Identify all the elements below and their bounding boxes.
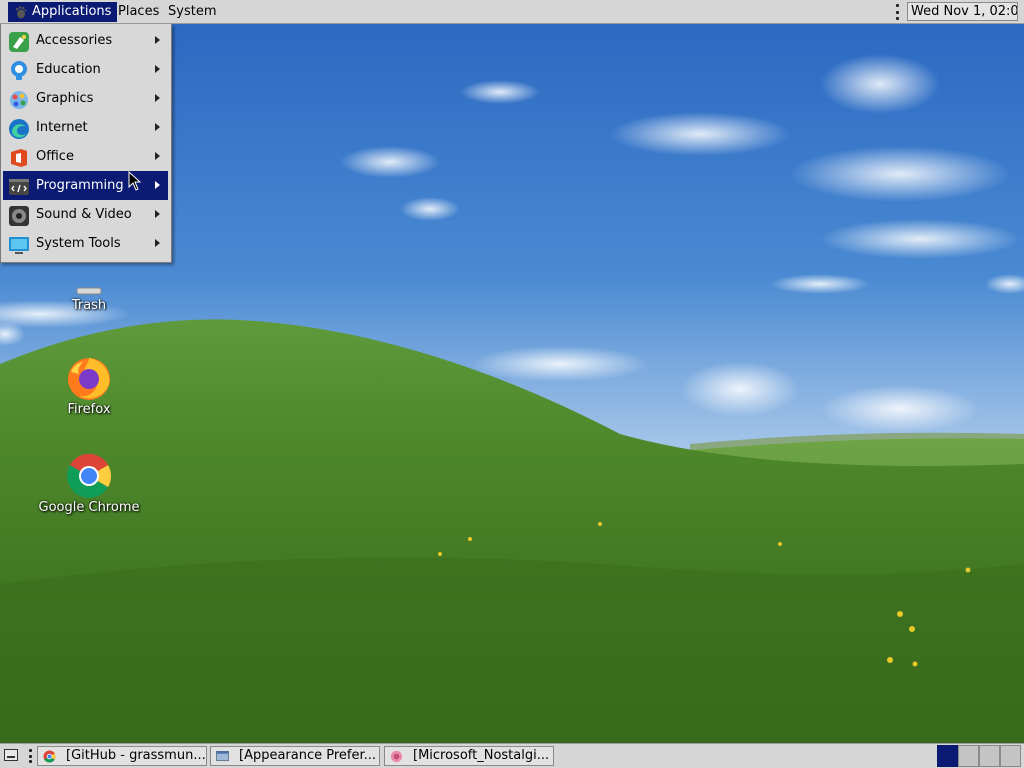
sound-video-icon — [9, 206, 29, 226]
places-menu-label: Places — [118, 4, 160, 19]
task-button-github[interactable]: [GitHub - grassmun... — [37, 746, 207, 766]
task-button-appearance[interactable]: [Appearance Prefer... — [210, 746, 380, 766]
workspace-4[interactable] — [1000, 745, 1021, 767]
gnome-foot-icon — [15, 6, 27, 19]
menu-item-graphics[interactable]: Graphics — [3, 84, 168, 113]
chevron-right-icon — [155, 36, 160, 44]
workspace-2[interactable] — [958, 745, 979, 767]
task-button-label: [GitHub - grassmun... — [66, 748, 206, 763]
menu-item-label: Accessories — [36, 33, 113, 48]
menu-item-sound-video[interactable]: Sound & Video — [3, 200, 168, 229]
office-icon — [11, 149, 27, 167]
accessories-icon — [9, 32, 29, 52]
task-button-image-viewer[interactable]: [Microsoft_Nostalgi... — [384, 746, 554, 766]
system-tools-icon — [9, 237, 29, 254]
mouse-cursor-icon — [128, 171, 142, 191]
menu-item-label: Graphics — [36, 91, 94, 106]
applications-dropdown: Accessories Education Graphics Internet — [0, 24, 172, 263]
menu-item-label: System Tools — [36, 236, 121, 251]
programming-icon — [9, 179, 29, 195]
appearance-icon — [216, 751, 229, 762]
menu-item-label: Office — [36, 149, 74, 164]
desktop-icon-label: Google Chrome — [38, 500, 140, 515]
chevron-right-icon — [155, 65, 160, 73]
chevron-right-icon — [155, 123, 160, 131]
menu-item-label: Education — [36, 62, 101, 77]
menu-item-label: Programming — [36, 178, 124, 193]
menu-item-programming[interactable]: Programming — [3, 171, 168, 200]
desktop-icon-firefox[interactable]: Firefox — [44, 354, 134, 417]
menu-item-system-tools[interactable]: System Tools — [3, 229, 168, 258]
education-icon — [11, 61, 27, 80]
desktop-icon-label: Trash — [71, 298, 107, 313]
applications-menu-label: Applications — [32, 4, 112, 19]
desktop-icon-chrome[interactable]: Google Chrome — [30, 452, 148, 515]
panel-drag-handle[interactable] — [895, 4, 899, 20]
show-desktop-button[interactable] — [4, 749, 18, 761]
menu-item-education[interactable]: Education — [3, 55, 168, 84]
chrome-icon — [43, 750, 56, 763]
top-panel: Applications Places System Wed Nov 1, 02… — [0, 0, 1024, 24]
bottom-taskbar: [GitHub - grassmun... [Appearance Prefer… — [0, 743, 1024, 768]
menu-item-internet[interactable]: Internet — [3, 113, 168, 142]
desktop-icon-label: Firefox — [67, 402, 111, 417]
taskbar-drag-handle[interactable] — [28, 749, 32, 763]
places-menu[interactable]: Places — [114, 2, 163, 22]
system-menu-label: System — [168, 4, 217, 19]
applications-menu[interactable]: Applications — [8, 2, 118, 22]
internet-icon — [9, 119, 29, 139]
task-button-label: [Microsoft_Nostalgi... — [413, 748, 550, 763]
chevron-right-icon — [155, 152, 160, 160]
chevron-right-icon — [155, 210, 160, 218]
trash-icon — [76, 287, 102, 295]
chrome-icon — [66, 454, 111, 499]
clock[interactable]: Wed Nov 1, 02:01 — [907, 2, 1018, 21]
desktop-icon-trash[interactable]: Trash — [54, 286, 124, 313]
menu-item-label: Internet — [36, 120, 88, 135]
system-menu[interactable]: System — [164, 2, 220, 22]
menu-item-label: Sound & Video — [36, 207, 132, 222]
graphics-icon — [10, 91, 28, 109]
firefox-icon — [68, 358, 110, 400]
menu-item-office[interactable]: Office — [3, 142, 168, 171]
image-viewer-icon — [390, 750, 403, 763]
workspace-1[interactable] — [937, 745, 958, 767]
chevron-right-icon — [155, 94, 160, 102]
chevron-right-icon — [155, 239, 160, 247]
chevron-right-icon — [155, 181, 160, 189]
menu-item-accessories[interactable]: Accessories — [3, 26, 168, 55]
task-button-label: [Appearance Prefer... — [239, 748, 377, 763]
workspace-3[interactable] — [979, 745, 1000, 767]
